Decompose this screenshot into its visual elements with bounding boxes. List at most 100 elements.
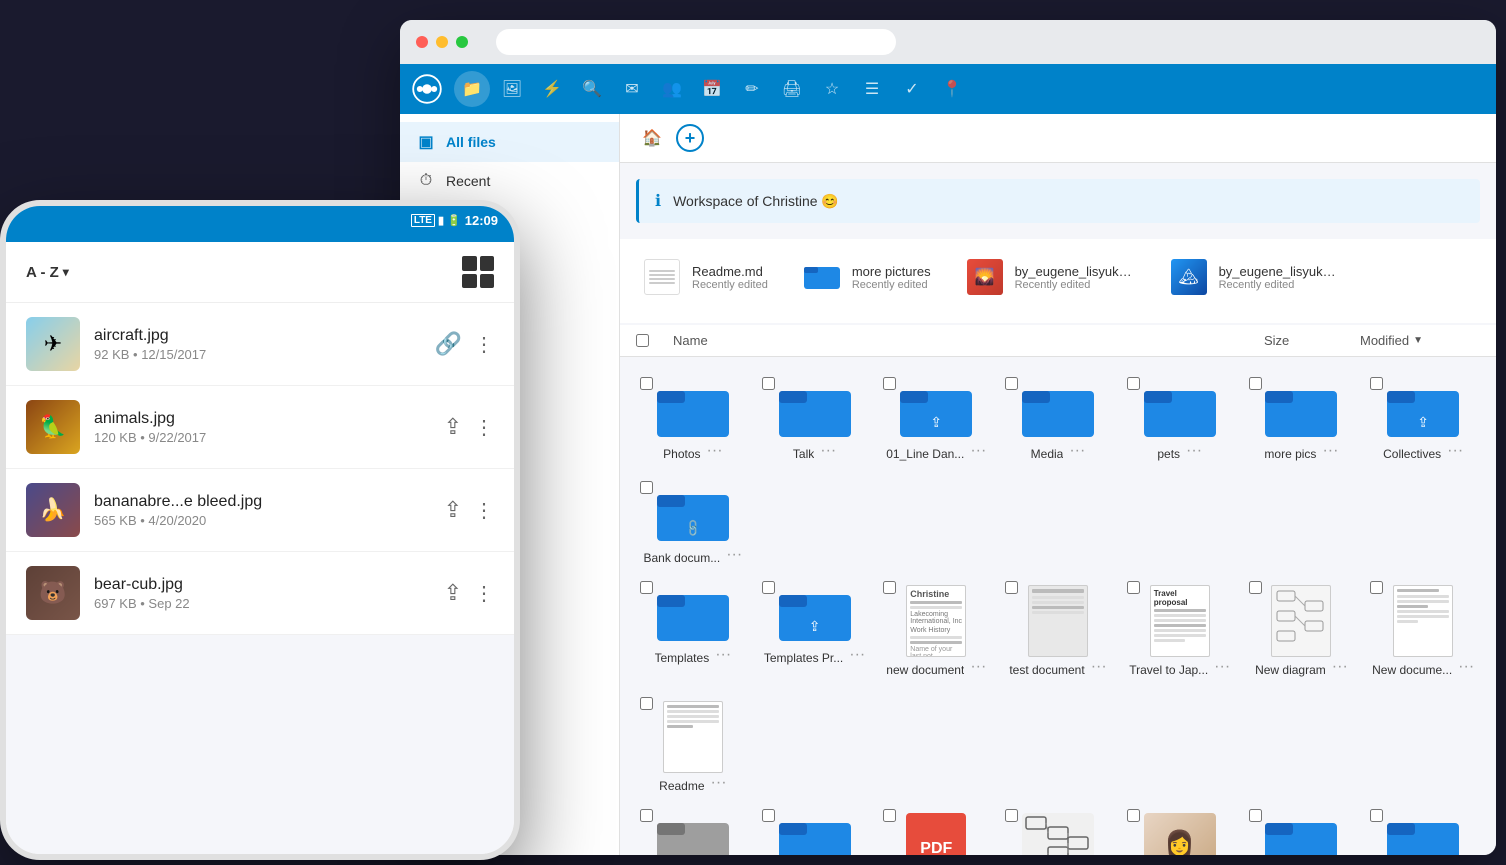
recent-item-photo1[interactable]: 🌄 by_eugene_lisyuk_648....jpg Recently e… bbox=[959, 255, 1143, 299]
more-icon-banana[interactable]: ⋮ bbox=[474, 498, 494, 523]
more-options-newdiagram[interactable]: ··· bbox=[1332, 658, 1348, 676]
file-item-linedan[interactable]: ⇪ 01_Line Dan... ··· bbox=[879, 373, 993, 469]
nav-icon-photos[interactable]: 🖼 bbox=[494, 71, 530, 107]
phone-file-item-animals[interactable]: 🦜 animals.jpg 120 KB • 9/22/2017 ⇪ ⋮ bbox=[6, 386, 514, 469]
grid-view-toggle[interactable] bbox=[462, 256, 494, 288]
phone-file-item-aircraft[interactable]: ✈ aircraft.jpg 92 KB • 12/15/2017 🔗 ⋮ bbox=[6, 303, 514, 386]
file-item-modeles[interactable]: Modèles ··· bbox=[758, 805, 872, 855]
file-item-user[interactable]: user ··· bbox=[636, 805, 750, 855]
file-item-newdiagram[interactable]: New diagram ··· bbox=[1245, 577, 1359, 685]
nav-icon-maps[interactable]: 📍 bbox=[934, 71, 970, 107]
more-options-collectives[interactable]: ··· bbox=[1447, 442, 1463, 460]
file-checkbox-newdocume[interactable] bbox=[1370, 581, 1383, 594]
more-options-photos[interactable]: ··· bbox=[707, 442, 723, 460]
file-item-travel[interactable]: Travel proposal Travel to Jap... ··· bbox=[1123, 577, 1237, 685]
file-checkbox-media[interactable] bbox=[1005, 377, 1018, 390]
file-item-photos[interactable]: Photos ··· bbox=[636, 373, 750, 469]
address-bar[interactable] bbox=[496, 29, 896, 55]
file-item-calendar-backup[interactable]: .Calendar-Backup ··· bbox=[1366, 805, 1480, 855]
file-checkbox-morepics[interactable] bbox=[1249, 377, 1262, 390]
select-all-checkbox[interactable] bbox=[636, 334, 649, 347]
nav-icon-contacts[interactable]: 👥 bbox=[654, 71, 690, 107]
file-item-testdoc[interactable]: test document ··· bbox=[1001, 577, 1115, 685]
file-item-pets[interactable]: pets ··· bbox=[1123, 373, 1237, 469]
window-minimize-dot[interactable] bbox=[436, 36, 448, 48]
file-checkbox-flowchart[interactable] bbox=[1005, 809, 1018, 822]
more-options-pets[interactable]: ··· bbox=[1186, 442, 1202, 460]
file-checkbox-templates[interactable] bbox=[640, 581, 653, 594]
nav-icon-tasks[interactable]: ☰ bbox=[854, 71, 890, 107]
file-item-readme-grid[interactable]: Readme ··· bbox=[636, 693, 750, 801]
link-icon-aircraft[interactable]: 🔗 bbox=[435, 331, 462, 357]
file-checkbox-travel[interactable] bbox=[1127, 581, 1140, 594]
more-options-travel[interactable]: ··· bbox=[1214, 658, 1230, 676]
file-item-hairtody[interactable]: 👩 my hair today ··· bbox=[1123, 805, 1237, 855]
nav-icon-calendar[interactable]: 📅 bbox=[694, 71, 730, 107]
more-icon-animals[interactable]: ⋮ bbox=[474, 415, 494, 440]
file-checkbox-testdoc[interactable] bbox=[1005, 581, 1018, 594]
file-item-templatesPr[interactable]: ⇪ Templates Pr... ··· bbox=[758, 577, 872, 685]
file-item-media[interactable]: Media ··· bbox=[1001, 373, 1115, 469]
file-checkbox-user[interactable] bbox=[640, 809, 653, 822]
more-icon-aircraft[interactable]: ⋮ bbox=[474, 332, 494, 357]
file-checkbox-contacts-backup[interactable] bbox=[1249, 809, 1262, 822]
sort-button[interactable]: A - Z ▾ bbox=[26, 264, 69, 281]
home-button[interactable]: 🏠 bbox=[636, 122, 668, 154]
more-options-testdoc[interactable]: ··· bbox=[1091, 658, 1107, 676]
more-icon-bear[interactable]: ⋮ bbox=[474, 581, 494, 606]
file-checkbox-templatesPr[interactable] bbox=[762, 581, 775, 594]
more-options-bank[interactable]: ··· bbox=[726, 546, 742, 564]
sidebar-item-all-files[interactable]: ▣ All files bbox=[400, 122, 619, 162]
share-icon-bear[interactable]: ⇪ bbox=[444, 580, 462, 606]
recent-item-readme[interactable]: Readme.md Recently edited bbox=[636, 255, 776, 299]
more-options-newdoc[interactable]: ··· bbox=[970, 658, 986, 676]
file-checkbox-readme-grid[interactable] bbox=[640, 697, 653, 710]
share-icon-banana[interactable]: ⇪ bbox=[444, 497, 462, 523]
nav-icon-notes[interactable]: ✏ bbox=[734, 71, 770, 107]
file-checkbox-newdiagram[interactable] bbox=[1249, 581, 1262, 594]
sidebar-item-recent[interactable]: ⏱ Recent bbox=[400, 162, 619, 200]
nav-icon-files[interactable]: 📁 bbox=[454, 71, 490, 107]
recent-item-more-pictures[interactable]: more pictures Recently edited bbox=[796, 255, 939, 299]
file-item-newdocume[interactable]: New docume... ··· bbox=[1366, 577, 1480, 685]
file-checkbox-calendar-backup[interactable] bbox=[1370, 809, 1383, 822]
file-checkbox-collectives[interactable] bbox=[1370, 377, 1383, 390]
more-options-media[interactable]: ··· bbox=[1069, 442, 1085, 460]
more-options-talk[interactable]: ··· bbox=[820, 442, 836, 460]
nav-icon-check[interactable]: ✓ bbox=[894, 71, 930, 107]
add-file-button[interactable]: + bbox=[676, 124, 704, 152]
more-options-morepics[interactable]: ··· bbox=[1322, 442, 1338, 460]
file-item-pdf[interactable]: PDF Nextcloud_S... ··· bbox=[879, 805, 993, 855]
file-checkbox-hairtody[interactable] bbox=[1127, 809, 1140, 822]
phone-file-item-bear[interactable]: 🐻 bear-cub.jpg 697 KB • Sep 22 ⇪ ⋮ bbox=[6, 552, 514, 635]
col-modified-header[interactable]: Modified ▼ bbox=[1360, 333, 1480, 348]
file-checkbox-pets[interactable] bbox=[1127, 377, 1140, 390]
file-item-collectives[interactable]: ⇪ Collectives ··· bbox=[1366, 373, 1480, 469]
file-checkbox-talk[interactable] bbox=[762, 377, 775, 390]
window-close-dot[interactable] bbox=[416, 36, 428, 48]
more-options-templatesPr[interactable]: ··· bbox=[849, 646, 865, 664]
share-icon-animals[interactable]: ⇪ bbox=[444, 414, 462, 440]
nav-icon-search[interactable]: 🔍 bbox=[574, 71, 610, 107]
recent-item-photo2[interactable]: 🏔 by_eugene_lisyuk_648....jpg Recently e… bbox=[1163, 255, 1347, 299]
file-item-templates[interactable]: Templates ··· bbox=[636, 577, 750, 685]
file-item-newdoc[interactable]: Christine Lakecoming International, Inc … bbox=[879, 577, 993, 685]
phone-file-item-banana[interactable]: 🍌 bananabre...e bleed.jpg 565 KB • 4/20/… bbox=[6, 469, 514, 552]
file-checkbox-pdf[interactable] bbox=[883, 809, 896, 822]
file-item-talk[interactable]: Talk ··· bbox=[758, 373, 872, 469]
file-item-bank[interactable]: 🔗 Bank docum... ··· bbox=[636, 477, 750, 573]
more-options-readme-grid[interactable]: ··· bbox=[711, 774, 727, 792]
more-options-newdocume[interactable]: ··· bbox=[1458, 658, 1474, 676]
file-item-contacts-backup[interactable]: .Contacts-Backup ··· bbox=[1245, 805, 1359, 855]
file-checkbox-linedan[interactable] bbox=[883, 377, 896, 390]
file-item-morepics[interactable]: more pics ··· bbox=[1245, 373, 1359, 469]
file-checkbox-photos[interactable] bbox=[640, 377, 653, 390]
nav-icon-starred[interactable]: ☆ bbox=[814, 71, 850, 107]
file-checkbox-newdoc[interactable] bbox=[883, 581, 896, 594]
more-options-templates[interactable]: ··· bbox=[715, 646, 731, 664]
more-options-linedan[interactable]: ··· bbox=[970, 442, 986, 460]
file-item-flowchart[interactable]: FlowChart-Pro ··· bbox=[1001, 805, 1115, 855]
file-checkbox-bank[interactable] bbox=[640, 481, 653, 494]
nav-icon-activity[interactable]: ⚡ bbox=[534, 71, 570, 107]
nav-icon-print[interactable]: 🖨 bbox=[774, 71, 810, 107]
